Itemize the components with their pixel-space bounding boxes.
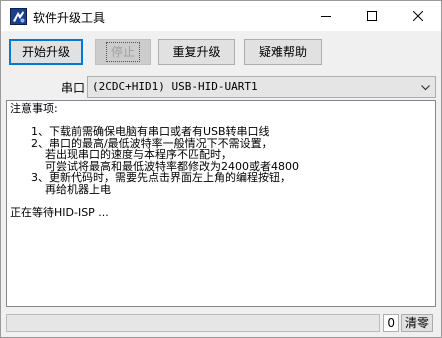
clear-button[interactable]: 清零 bbox=[401, 314, 433, 332]
stop-button[interactable]: 停止 bbox=[95, 39, 151, 65]
progress-bar bbox=[6, 314, 380, 332]
log-textarea[interactable]: 注意事项: 1、下载前需确保电脑有串口或者有USB转串口线 2、串口的最高/最低… bbox=[6, 100, 436, 307]
minimize-icon bbox=[321, 16, 331, 17]
log-text: 注意事项: 1、下载前需确保电脑有串口或者有USB转串口线 2、串口的最高/最低… bbox=[10, 102, 299, 219]
chevron-down-icon bbox=[421, 85, 430, 91]
clear-label: 清零 bbox=[404, 316, 429, 330]
retry-upgrade-label: 重复升级 bbox=[172, 45, 221, 59]
port-select[interactable]: (2CDC+HID1) USB-HID-UART1 bbox=[87, 76, 436, 98]
window-title: 软件升级工具 bbox=[33, 11, 106, 25]
count-field[interactable]: 0 bbox=[383, 314, 399, 332]
maximize-icon bbox=[367, 11, 377, 21]
close-button[interactable] bbox=[395, 1, 441, 31]
title-bar[interactable]: 软件升级工具 bbox=[1, 1, 441, 31]
count-value: 0 bbox=[387, 316, 395, 330]
app-icon bbox=[10, 8, 27, 25]
port-label: 串口 bbox=[61, 81, 86, 95]
start-upgrade-button[interactable]: 开始升级 bbox=[9, 39, 83, 65]
start-upgrade-label: 开始升级 bbox=[21, 45, 70, 59]
help-button[interactable]: 疑难帮助 bbox=[244, 39, 322, 65]
minimize-button[interactable] bbox=[303, 1, 349, 31]
close-icon bbox=[413, 11, 423, 21]
stop-label: 停止 bbox=[105, 42, 141, 62]
retry-upgrade-button[interactable]: 重复升级 bbox=[158, 39, 235, 65]
help-label: 疑难帮助 bbox=[258, 45, 307, 59]
app-window: 软件升级工具 开始升级 停止 重复升级 疑难帮助 串口 (2CDC+HID1) … bbox=[0, 0, 442, 338]
maximize-button[interactable] bbox=[349, 1, 395, 31]
port-select-value: (2CDC+HID1) USB-HID-UART1 bbox=[92, 80, 258, 93]
